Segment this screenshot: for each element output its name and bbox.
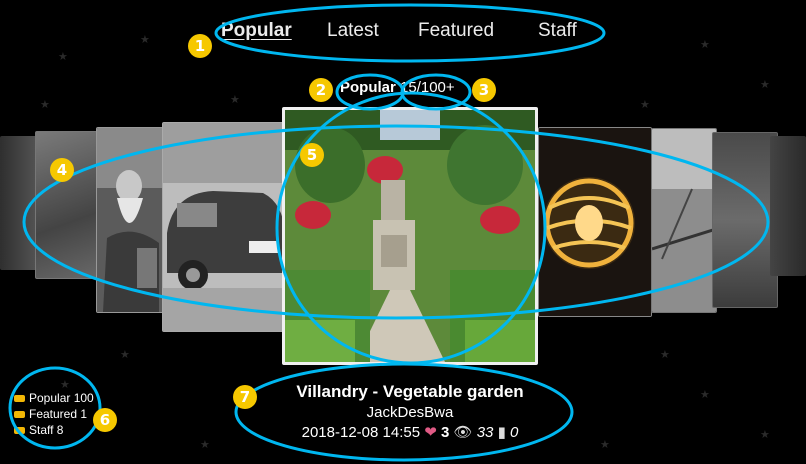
tag-icon [14,394,25,402]
comment-icon[interactable]: ▮ [498,424,506,441]
photo-carousel[interactable] [0,100,806,370]
selected-photo[interactable] [282,107,538,365]
current-category-label: Popular [340,79,396,96]
legend-item: Popular 100 [14,390,94,406]
tab-popular[interactable]: Popular [221,20,292,42]
legend-label: Staff 8 [29,423,64,437]
vegetable-garden-photo [285,110,535,362]
tag-icon [14,410,25,418]
callout-badge: 3 [472,78,496,102]
photo-title: Villandry - Vegetable garden [296,382,524,401]
views-count: 33 [476,424,494,441]
tab-featured[interactable]: Featured [418,20,494,42]
callout-badge: 1 [188,34,212,58]
carousel-photo[interactable] [538,127,652,317]
carousel-photo[interactable] [162,122,286,332]
eye-icon: 👁 [453,424,473,441]
legend-label: Popular 100 [29,391,94,405]
heart-icon[interactable]: ❤ [424,424,437,441]
legend-label: Featured 1 [29,407,88,421]
category-tabs: Popular Latest Featured Staff [218,20,598,48]
tab-staff[interactable]: Staff [538,20,577,42]
vintage-car-photo [163,123,285,331]
bearded-man-photo [97,128,167,312]
carousel-photo[interactable] [0,136,40,270]
likes-count: 3 [440,424,450,441]
callout-badge: 6 [93,408,117,432]
tag-icon [14,426,25,434]
carousel-photo[interactable] [712,132,778,308]
photo-author[interactable]: JackDesBwa [220,404,600,421]
photo-date: 2018-12-08 14:55 [301,424,421,441]
carousel-photo[interactable] [770,136,806,276]
comments-count: 0 [510,424,519,441]
callout-badge: 2 [309,78,333,102]
photo-meta: 2018-12-08 14:55 ❤ 3 👁 33 ▮ 0 [220,423,600,441]
lamp-sphere-photo [539,128,651,316]
carousel-photo[interactable] [96,127,168,313]
tab-latest[interactable]: Latest [327,20,379,42]
legend-item: Featured 1 [14,406,94,422]
stats-legend: Popular 100 Featured 1 Staff 8 [14,390,94,438]
legend-item: Staff 8 [14,422,94,438]
photo-caption: Villandry - Vegetable garden JackDesBwa … [220,382,600,441]
carousel-photo[interactable] [651,128,717,313]
gallery-counter: Popular 15/100+ [340,79,455,96]
position-counter: 15/100+ [400,79,455,96]
branch-photo [652,129,716,312]
